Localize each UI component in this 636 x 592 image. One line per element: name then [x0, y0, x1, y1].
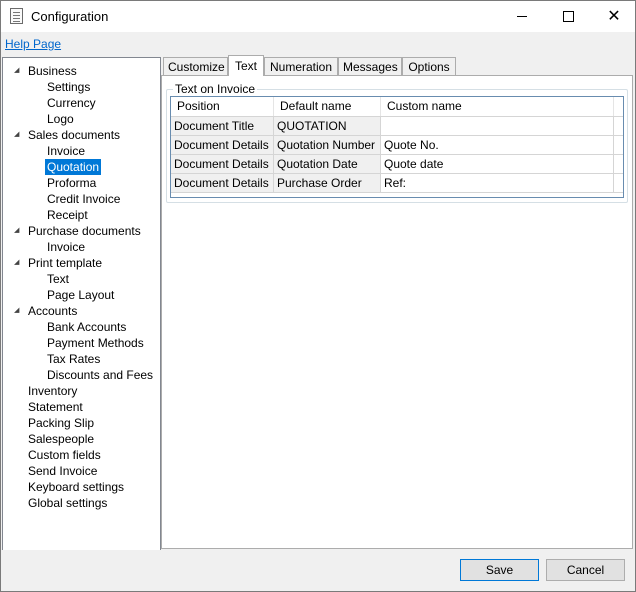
header-filler	[614, 97, 623, 116]
tree-item[interactable]: Logo	[45, 111, 76, 127]
tree-item[interactable]: Bank Accounts	[45, 319, 128, 335]
text-tab-content: Text on Invoice Position Default name Cust…	[161, 75, 633, 549]
settings-tree[interactable]: ◢ Business Settings Currency Logo ◢ Sales docu…	[2, 57, 161, 551]
tree-item[interactable]: Print template	[26, 255, 104, 271]
table-row[interactable]: Document Details Quotation Date Quote date	[171, 155, 623, 174]
window-title: Configuration	[31, 9, 109, 24]
tab-numeration[interactable]: Numeration	[264, 57, 338, 75]
tree-item[interactable]: Page Layout	[45, 287, 116, 303]
default-name-cell: Purchase Order	[274, 174, 381, 193]
position-cell: Document Details	[171, 155, 274, 174]
position-cell: Document Title	[171, 117, 274, 136]
tree-item[interactable]: Business	[26, 63, 79, 79]
custom-name-cell[interactable]	[381, 117, 614, 136]
tab-options[interactable]: Options	[402, 57, 456, 75]
column-header[interactable]: Custom name	[381, 97, 614, 116]
row-filler	[614, 117, 623, 136]
tree-item[interactable]: Inventory	[26, 383, 79, 399]
tree-expand-icon[interactable]: ◢	[14, 131, 22, 139]
help-page-link[interactable]: Help Page	[5, 37, 61, 51]
configuration-window: Configuration ✕ Help Page ◢ Business Setti…	[0, 0, 636, 592]
tree-item[interactable]: Invoice	[45, 239, 87, 255]
tree-item[interactable]: Accounts	[26, 303, 79, 319]
save-button[interactable]: Save	[460, 559, 539, 581]
tree-expand-icon[interactable]: ◢	[14, 227, 22, 235]
column-header[interactable]: Position	[171, 97, 274, 116]
tree-expand-icon[interactable]: ◢	[14, 307, 22, 315]
row-filler	[614, 136, 623, 155]
custom-name-cell[interactable]: Quote date	[381, 155, 614, 174]
custom-name-cell[interactable]: Ref:	[381, 174, 614, 193]
tree-expand-icon[interactable]: ◢	[14, 67, 22, 75]
tree-item[interactable]: Tax Rates	[45, 351, 102, 367]
tree-item[interactable]: Credit Invoice	[45, 191, 122, 207]
tree-item[interactable]: Discounts and Fees	[45, 367, 155, 383]
default-name-cell: Quotation Date	[274, 155, 381, 174]
tree-item[interactable]: Salespeople	[26, 431, 96, 447]
close-icon: ✕	[607, 7, 621, 25]
tree-item[interactable]: Payment Methods	[45, 335, 146, 351]
tab-customize[interactable]: Customize	[163, 57, 228, 75]
position-cell: Document Details	[171, 174, 274, 193]
default-name-cell: QUOTATION	[274, 117, 381, 136]
tree-item[interactable]: Packing Slip	[26, 415, 96, 431]
tree-item[interactable]: Currency	[45, 95, 98, 111]
table-row[interactable]: Document Title QUOTATION	[171, 117, 623, 136]
row-filler	[614, 174, 623, 193]
group-title: Text on Invoice	[173, 82, 258, 96]
cancel-button[interactable]: Cancel	[546, 559, 625, 581]
position-cell: Document Details	[171, 136, 274, 155]
tree-item[interactable]: Send Invoice	[26, 463, 99, 479]
tree-item[interactable]: Purchase documents	[26, 223, 143, 239]
tab-messages[interactable]: Messages	[338, 57, 402, 75]
close-button[interactable]: ✕	[591, 1, 636, 32]
tree-item[interactable]: Keyboard settings	[26, 479, 126, 495]
maximize-icon	[562, 11, 574, 22]
table-row[interactable]: Document Details Purchase Order Ref:	[171, 174, 623, 193]
grid-header: Position Default name Custom name	[171, 97, 623, 117]
tree-item[interactable]: Custom fields	[26, 447, 103, 463]
minimize-icon	[517, 16, 527, 17]
text-grid[interactable]: Position Default name Custom name Document…	[170, 96, 624, 198]
text-on-invoice-group: Text on Invoice Position Default name Cust…	[166, 82, 628, 203]
table-row[interactable]: Document Details Quotation Number Quote No…	[171, 136, 623, 155]
tree-item[interactable]: Text	[45, 271, 71, 287]
tree-item[interactable]: Sales documents	[26, 127, 122, 143]
custom-name-cell[interactable]: Quote No.	[381, 136, 614, 155]
document-icon	[10, 8, 23, 24]
tree-item[interactable]: Invoice	[45, 143, 87, 159]
tree-item[interactable]: Statement	[26, 399, 85, 415]
row-filler	[614, 155, 623, 174]
minimize-button[interactable]	[499, 1, 545, 32]
column-header[interactable]: Default name	[274, 97, 381, 116]
maximize-button[interactable]	[545, 1, 591, 32]
title-bar[interactable]: Configuration ✕	[1, 1, 635, 32]
default-name-cell: Quotation Number	[274, 136, 381, 155]
tree-item[interactable]: Settings	[45, 79, 92, 95]
tree-expand-icon[interactable]: ◢	[14, 259, 22, 267]
tree-item[interactable]: Global settings	[26, 495, 109, 511]
button-bar: Save Cancel	[1, 550, 635, 591]
tree-item[interactable]: Receipt	[45, 207, 90, 223]
tab-text[interactable]: Text	[228, 55, 264, 76]
tree-item[interactable]: Quotation	[45, 159, 102, 175]
tree-item[interactable]: Proforma	[45, 175, 98, 191]
